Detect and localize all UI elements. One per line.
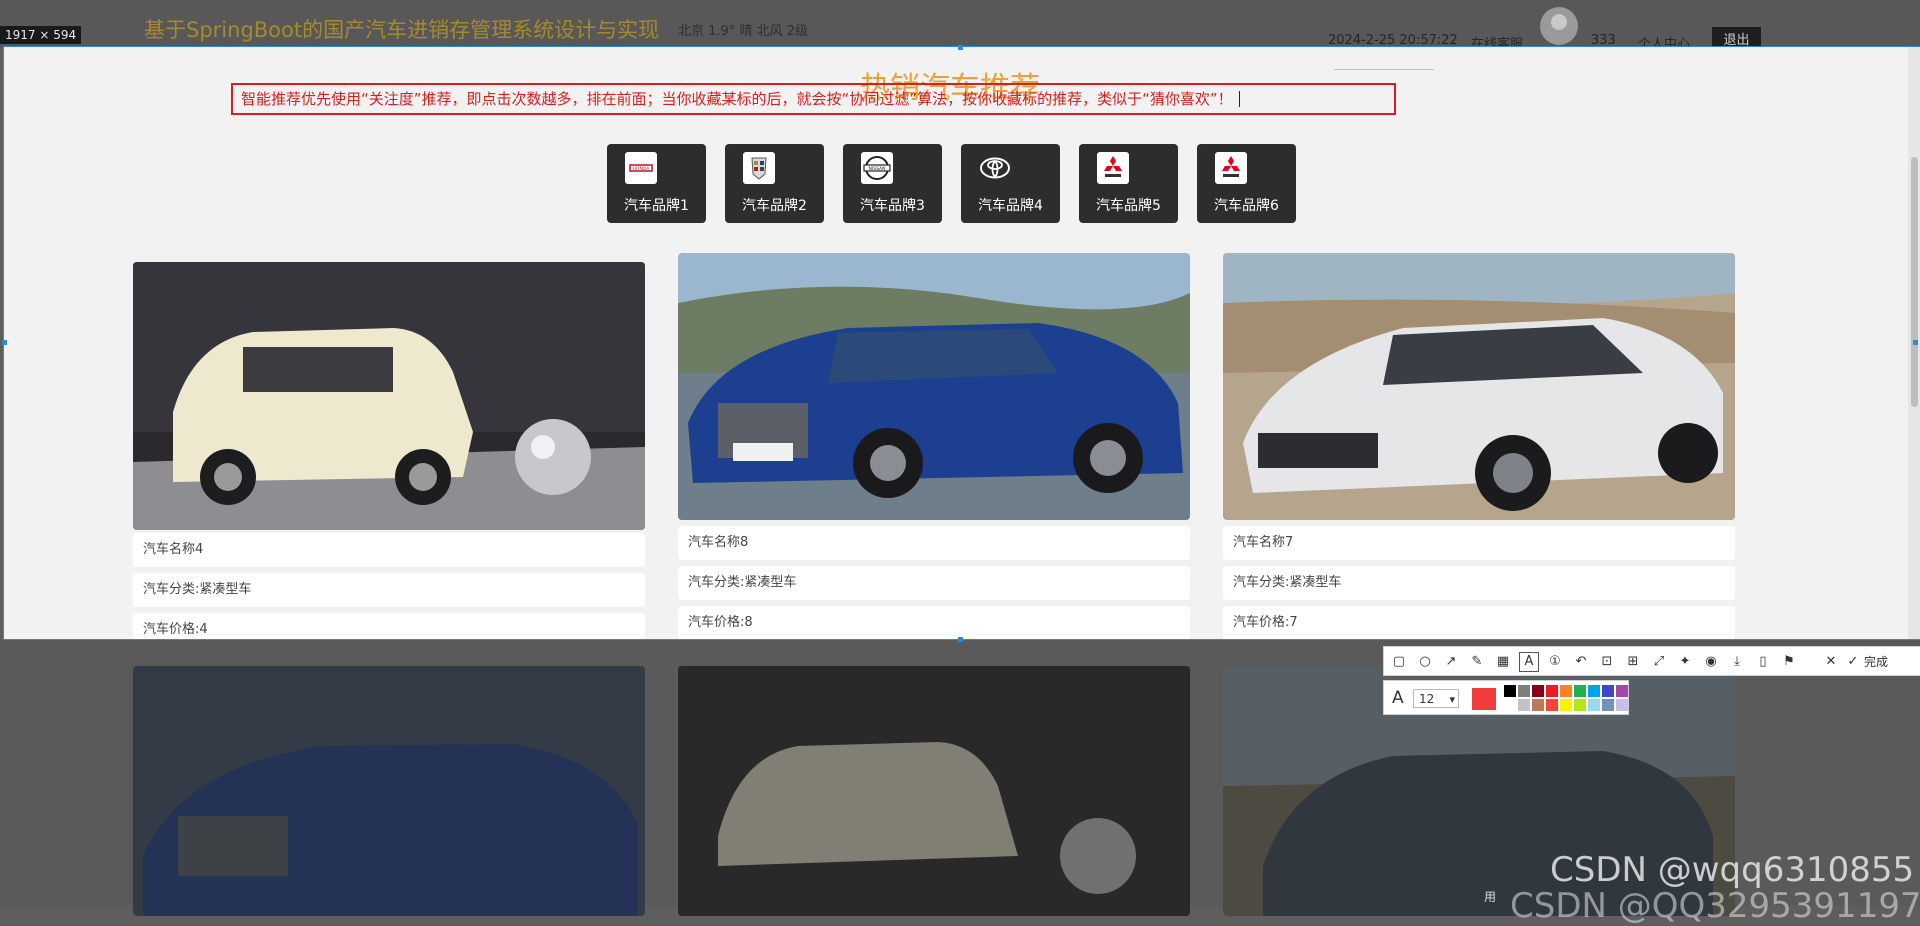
brand-item-6[interactable]: 汽车品牌6 — [1197, 144, 1296, 223]
color-swatch[interactable] — [1532, 685, 1544, 697]
color-swatch[interactable] — [1574, 685, 1586, 697]
capture-size-label: 1917 × 594 — [0, 26, 82, 44]
watermark-csdn-1: CSDN @wqq6310855 — [1550, 850, 1915, 890]
pin-icon[interactable]: ✦ — [1676, 653, 1694, 671]
current-datetime: 2024-2-25 20:57:22 — [1328, 33, 1458, 48]
color-swatch[interactable] — [1504, 699, 1516, 711]
ocr-tool-icon[interactable]: ⊡ — [1598, 653, 1616, 671]
long-screenshot-icon[interactable]: ⤢ — [1650, 653, 1668, 671]
close-icon[interactable]: ✕ — [1822, 653, 1840, 671]
arrow-tool-icon[interactable]: ↗ — [1442, 653, 1460, 671]
toyota-logo-icon — [979, 152, 1011, 184]
username: 333 — [1591, 33, 1616, 48]
mitsubishi-logo-icon — [1215, 152, 1247, 184]
title-divider — [1334, 69, 1434, 70]
color-swatch[interactable] — [1504, 685, 1516, 697]
scroll-thumb[interactable] — [1911, 157, 1918, 407]
font-size-select[interactable]: 12 — [1413, 689, 1459, 709]
annotation-text-box[interactable]: 智能推荐优先使用“关注度”推荐，即点击次数越多，排在前面；当你收藏某标的后，就会… — [231, 83, 1396, 115]
text-tool-icon[interactable]: A — [1519, 652, 1539, 672]
capture-handle-bottom[interactable] — [958, 637, 963, 642]
current-color-swatch[interactable] — [1472, 688, 1496, 710]
honda-logo-icon: HONDA — [625, 152, 657, 184]
site-title: 基于SpringBoot的国产汽车进销存管理系统设计与实现 — [144, 18, 660, 42]
color-swatch[interactable] — [1616, 685, 1628, 697]
brand-label: 汽车品牌1 — [624, 198, 689, 214]
color-swatch[interactable] — [1602, 685, 1614, 697]
annotation-text: 智能推荐优先使用“关注度”推荐，即点击次数越多，排在前面；当你收藏某标的后，就会… — [241, 90, 1233, 108]
brand-item-5[interactable]: 汽车品牌5 — [1079, 144, 1178, 223]
car-name: 汽车名称8 — [678, 526, 1190, 560]
cadillac-logo-icon — [743, 152, 775, 184]
color-swatch[interactable] — [1602, 699, 1614, 711]
audi-a7-photo[interactable] — [1223, 253, 1735, 520]
color-swatch[interactable] — [1546, 699, 1558, 711]
text-format-bar: A 12 — [1383, 680, 1629, 715]
done-button[interactable]: 完成 — [1864, 653, 1888, 671]
color-swatch[interactable] — [1518, 685, 1530, 697]
kia-soul-photo[interactable] — [133, 262, 645, 530]
weather-info: 北京 1.9° 晴 北风 2级 — [678, 24, 808, 39]
brand-item-4[interactable]: 汽车品牌4 — [961, 144, 1060, 223]
car-price: 汽车价格:7 — [1223, 606, 1735, 639]
top-bar: 基于SpringBoot的国产汽车进销存管理系统设计与实现 北京 1.9° 晴 … — [0, 0, 1920, 55]
nissan-logo-icon: NISSAN — [861, 152, 893, 184]
use-label: 用 — [1484, 890, 1497, 904]
brand-label: 汽车品牌3 — [860, 198, 925, 214]
font-icon: A — [1392, 688, 1404, 708]
color-palette — [1504, 685, 1628, 711]
brand-item-1[interactable]: HONDA 汽车品牌1 — [607, 144, 706, 223]
check-icon[interactable]: ✓ — [1844, 653, 1862, 671]
color-swatch[interactable] — [1518, 699, 1530, 711]
rectangle-tool-icon[interactable]: ▢ — [1390, 653, 1408, 671]
translate-tool-icon[interactable]: ⊞ — [1624, 653, 1642, 671]
brand-label: 汽车品牌4 — [978, 198, 1043, 214]
capture-handle-top[interactable] — [958, 45, 963, 50]
color-swatch[interactable] — [1546, 685, 1558, 697]
screenshot-toolbar: ▢ ○ ↗ ✎ ▦ A ① ↶ ⊡ ⊞ ⤢ ✦ ◉ ⤓ ▯ ⚑ ✕ ✓ 完成 — [1383, 646, 1920, 676]
brand-item-2[interactable]: 汽车品牌2 — [725, 144, 824, 223]
color-swatch[interactable] — [1560, 699, 1572, 711]
color-swatch[interactable] — [1588, 699, 1600, 711]
text-cursor — [1238, 91, 1240, 107]
svg-text:NISSAN: NISSAN — [869, 166, 886, 172]
bookmark-icon[interactable]: ⚑ — [1780, 653, 1798, 671]
brand-label: 汽车品牌6 — [1214, 198, 1279, 214]
color-swatch[interactable] — [1560, 685, 1572, 697]
color-swatch[interactable] — [1588, 685, 1600, 697]
color-swatch[interactable] — [1616, 699, 1628, 711]
record-icon[interactable]: ◉ — [1702, 653, 1720, 671]
avatar[interactable] — [1540, 7, 1578, 45]
mosaic-tool-icon[interactable]: ▦ — [1494, 653, 1512, 671]
car-category: 汽车分类:紧凑型车 — [133, 573, 645, 607]
watermark-csdn-2: CSDN @QQ3295391197 — [1510, 886, 1920, 926]
car-name: 汽车名称7 — [1223, 526, 1735, 560]
phone-send-icon[interactable]: ▯ — [1754, 653, 1772, 671]
number-tool-icon[interactable]: ① — [1546, 653, 1564, 671]
pen-tool-icon[interactable]: ✎ — [1468, 653, 1486, 671]
color-swatch[interactable] — [1574, 699, 1586, 711]
undo-icon[interactable]: ↶ — [1572, 653, 1590, 671]
brand-item-3[interactable]: NISSAN 汽车品牌3 — [843, 144, 942, 223]
capture-handle-left[interactable] — [2, 340, 7, 345]
bentley-continental-photo[interactable] — [678, 253, 1190, 520]
svg-text:HONDA: HONDA — [633, 166, 651, 172]
ellipse-tool-icon[interactable]: ○ — [1416, 653, 1434, 671]
bentley-continental-photo — [133, 666, 645, 916]
download-icon[interactable]: ⤓ — [1728, 653, 1746, 671]
car-price: 汽车价格:4 — [133, 613, 645, 639]
brand-label: 汽车品牌5 — [1096, 198, 1161, 214]
car-category: 汽车分类:紧凑型车 — [1223, 566, 1735, 600]
capture-handle-right[interactable] — [1913, 340, 1918, 345]
car-name: 汽车名称4 — [133, 533, 645, 567]
capture-region[interactable]: 热销汽车推荐 智能推荐优先使用“关注度”推荐，即点击次数越多，排在前面；当你收藏… — [3, 46, 1920, 640]
kia-soul-photo — [678, 666, 1190, 916]
car-price: 汽车价格:8 — [678, 606, 1190, 639]
color-swatch[interactable] — [1532, 699, 1544, 711]
mitsubishi-logo-icon — [1097, 152, 1129, 184]
car-category: 汽车分类:紧凑型车 — [678, 566, 1190, 600]
brand-label: 汽车品牌2 — [742, 198, 807, 214]
